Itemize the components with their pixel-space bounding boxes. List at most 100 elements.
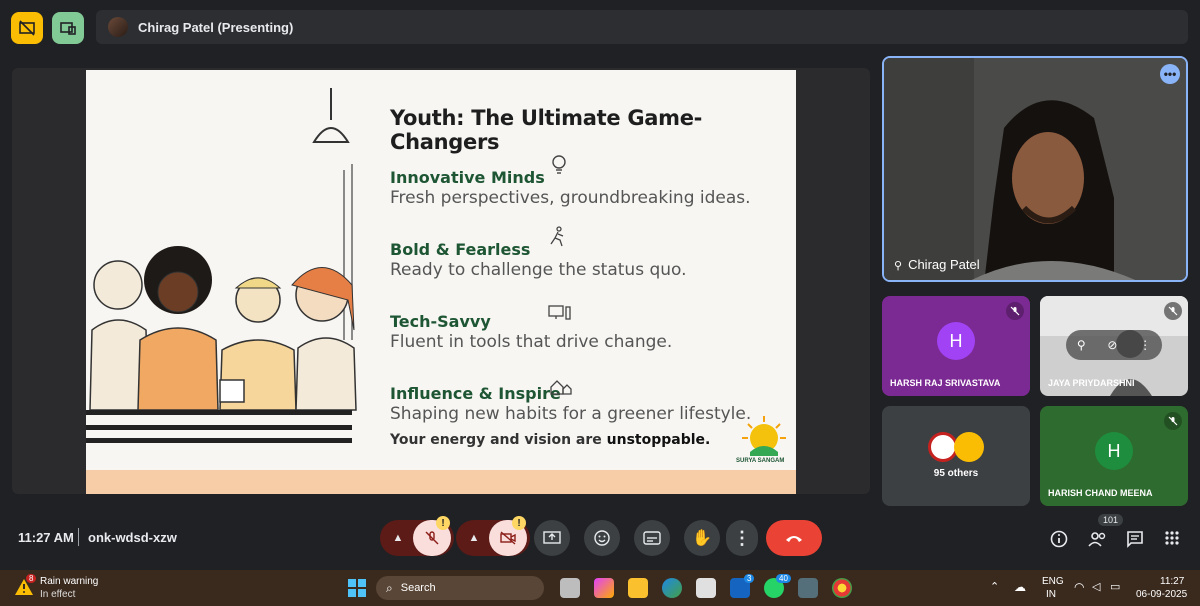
- others-avatars: [928, 432, 984, 462]
- weather-badge: 8: [26, 574, 37, 583]
- mic-off-icon: [1164, 412, 1182, 430]
- emoji-icon: [594, 530, 610, 546]
- people-icon[interactable]: [1088, 530, 1108, 553]
- participant-tile-chirag-patel[interactable]: ••• ⚲ Chirag Patel: [882, 56, 1188, 282]
- more-options-icon[interactable]: •••: [1160, 64, 1180, 84]
- chevron-up-icon[interactable]: ⌃: [990, 580, 999, 593]
- wifi-icon[interactable]: ◠: [1074, 580, 1084, 594]
- meeting-code: onk-wdsd-xzw: [88, 530, 177, 545]
- reactions-button[interactable]: [584, 520, 620, 556]
- switch-view-button[interactable]: [52, 12, 84, 44]
- participant-name: HARSH RAJ SRIVASTAVA: [890, 378, 1001, 388]
- windows-taskbar: 8 Rain warning In effect ⌕ Search 3 40 ⌃…: [0, 570, 1200, 606]
- more-vert-icon: ⋮: [733, 527, 751, 548]
- present-button[interactable]: [534, 520, 570, 556]
- closing-line: Your energy and vision are unstoppable.: [390, 432, 710, 448]
- meeting-time: 11:27 AM: [18, 530, 74, 545]
- search-icon: ⌕: [386, 580, 393, 595]
- point-text: Shaping new habits for a greener lifesty…: [390, 404, 752, 424]
- chevron-up-icon[interactable]: ▲: [459, 532, 489, 544]
- slide-bottom-strip: [86, 470, 796, 494]
- divider: [78, 528, 79, 546]
- store-icon[interactable]: [696, 578, 716, 598]
- presentation-slide: Youth: The Ultimate Game-Changers Innova…: [86, 70, 796, 470]
- others-count: 95 others: [933, 468, 979, 479]
- hand-icon: ✋: [692, 530, 712, 547]
- mic-off-icon: [1164, 302, 1182, 320]
- point-text: Ready to challenge the status quo.: [390, 260, 687, 280]
- app-icon[interactable]: [798, 578, 818, 598]
- shared-screen: Youth: The Ultimate Game-Changers Innova…: [12, 68, 870, 494]
- captions-button[interactable]: [634, 520, 670, 556]
- language-secondary: IN: [1046, 589, 1056, 600]
- point-text: Fluent in tools that drive change.: [390, 332, 673, 352]
- more-options-button[interactable]: ⋮: [726, 520, 758, 556]
- avatar: [954, 432, 984, 462]
- point-innovative-minds: Innovative Minds Fresh perspectives, gro…: [390, 168, 751, 208]
- windows-start-icon[interactable]: [348, 579, 366, 602]
- computer-icon: [548, 304, 572, 327]
- avatar: [108, 17, 128, 37]
- running-person-icon: [548, 226, 568, 253]
- warning-icon: !: [512, 516, 526, 530]
- volume-icon[interactable]: ◁: [1092, 580, 1100, 593]
- closing-prefix: Your energy and vision are: [390, 432, 607, 448]
- chevron-up-icon[interactable]: ▲: [383, 532, 413, 544]
- chrome-icon[interactable]: [832, 578, 852, 598]
- slide-title: Youth: The Ultimate Game-Changers: [390, 106, 703, 154]
- clock-date: 06-09-2025: [1136, 589, 1188, 600]
- avatar: H: [937, 322, 975, 360]
- point-heading: Tech-Savvy: [390, 312, 491, 331]
- info-icon[interactable]: [1050, 530, 1068, 553]
- mic-off-icon: [425, 531, 439, 545]
- point-text: Fresh perspectives, groundbreaking ideas…: [390, 188, 751, 208]
- leave-call-button[interactable]: [766, 520, 822, 556]
- point-heading: Bold & Fearless: [390, 240, 531, 259]
- chat-icon[interactable]: [1126, 530, 1144, 553]
- pin-icon[interactable]: ⚲: [1077, 338, 1086, 352]
- surya-sangam-logo: [742, 416, 786, 456]
- layout-icon: [60, 22, 76, 35]
- camera-off-icon: [500, 531, 516, 545]
- point-heading: Innovative Minds: [390, 168, 545, 187]
- presenter-banner: Chirag Patel (Presenting): [96, 10, 1188, 44]
- stop-presenting-button[interactable]: [11, 12, 43, 44]
- edge-icon[interactable]: [662, 578, 682, 598]
- houses-icon: [550, 378, 572, 401]
- weather-subtitle: In effect: [40, 589, 76, 600]
- captions-icon: [643, 531, 661, 545]
- participant-tile-harsh[interactable]: H HARSH RAJ SRIVASTAVA: [882, 296, 1030, 396]
- lightbulb-icon: [550, 154, 568, 183]
- participant-tile-jaya[interactable]: ⚲ ⊘ ⋮ JAYA PRIYDARSHNI: [1040, 296, 1188, 396]
- closing-emphasis: unstoppable.: [606, 432, 711, 448]
- mic-off-icon[interactable]: ⊘: [1107, 338, 1117, 352]
- participant-tile-others[interactable]: 95 others: [882, 406, 1030, 506]
- battery-icon[interactable]: ▭: [1110, 580, 1120, 593]
- more-options-icon[interactable]: ⋮: [1139, 338, 1151, 352]
- participant-count-badge: 101: [1098, 514, 1124, 526]
- file-explorer-icon[interactable]: [628, 578, 648, 598]
- taskbar-search[interactable]: ⌕ Search: [376, 576, 544, 600]
- language-primary[interactable]: ENG: [1042, 576, 1064, 587]
- pin-icon: ⚲: [894, 260, 903, 272]
- present-screen-icon: [543, 531, 561, 544]
- presenter-name: Chirag Patel (Presenting): [138, 19, 294, 35]
- participant-name: ⚲ Chirag Patel: [894, 257, 980, 272]
- copilot-icon[interactable]: [594, 578, 614, 598]
- clock-time[interactable]: 11:27: [1160, 576, 1184, 587]
- youth-illustration: [86, 88, 357, 443]
- participant-tile-harish[interactable]: H HARISH CHAND MEENA: [1040, 406, 1188, 506]
- point-bold-fearless: Bold & Fearless Ready to challenge the s…: [390, 240, 687, 280]
- weather-title[interactable]: Rain warning: [40, 576, 98, 587]
- top-bar: Chirag Patel (Presenting): [0, 0, 1200, 56]
- point-tech-savvy: Tech-Savvy Fluent in tools that drive ch…: [390, 312, 672, 352]
- activities-icon[interactable]: [1164, 530, 1180, 551]
- raise-hand-button[interactable]: ✋: [684, 520, 720, 556]
- mic-off-icon: [1006, 302, 1024, 320]
- task-view-icon[interactable]: [560, 578, 580, 598]
- speaker-video: [884, 58, 1186, 280]
- cloud-icon[interactable]: ☁: [1014, 580, 1026, 594]
- warning-icon: !: [436, 516, 450, 530]
- avatar: H: [1095, 432, 1133, 470]
- whatsapp-badge: 40: [776, 574, 791, 583]
